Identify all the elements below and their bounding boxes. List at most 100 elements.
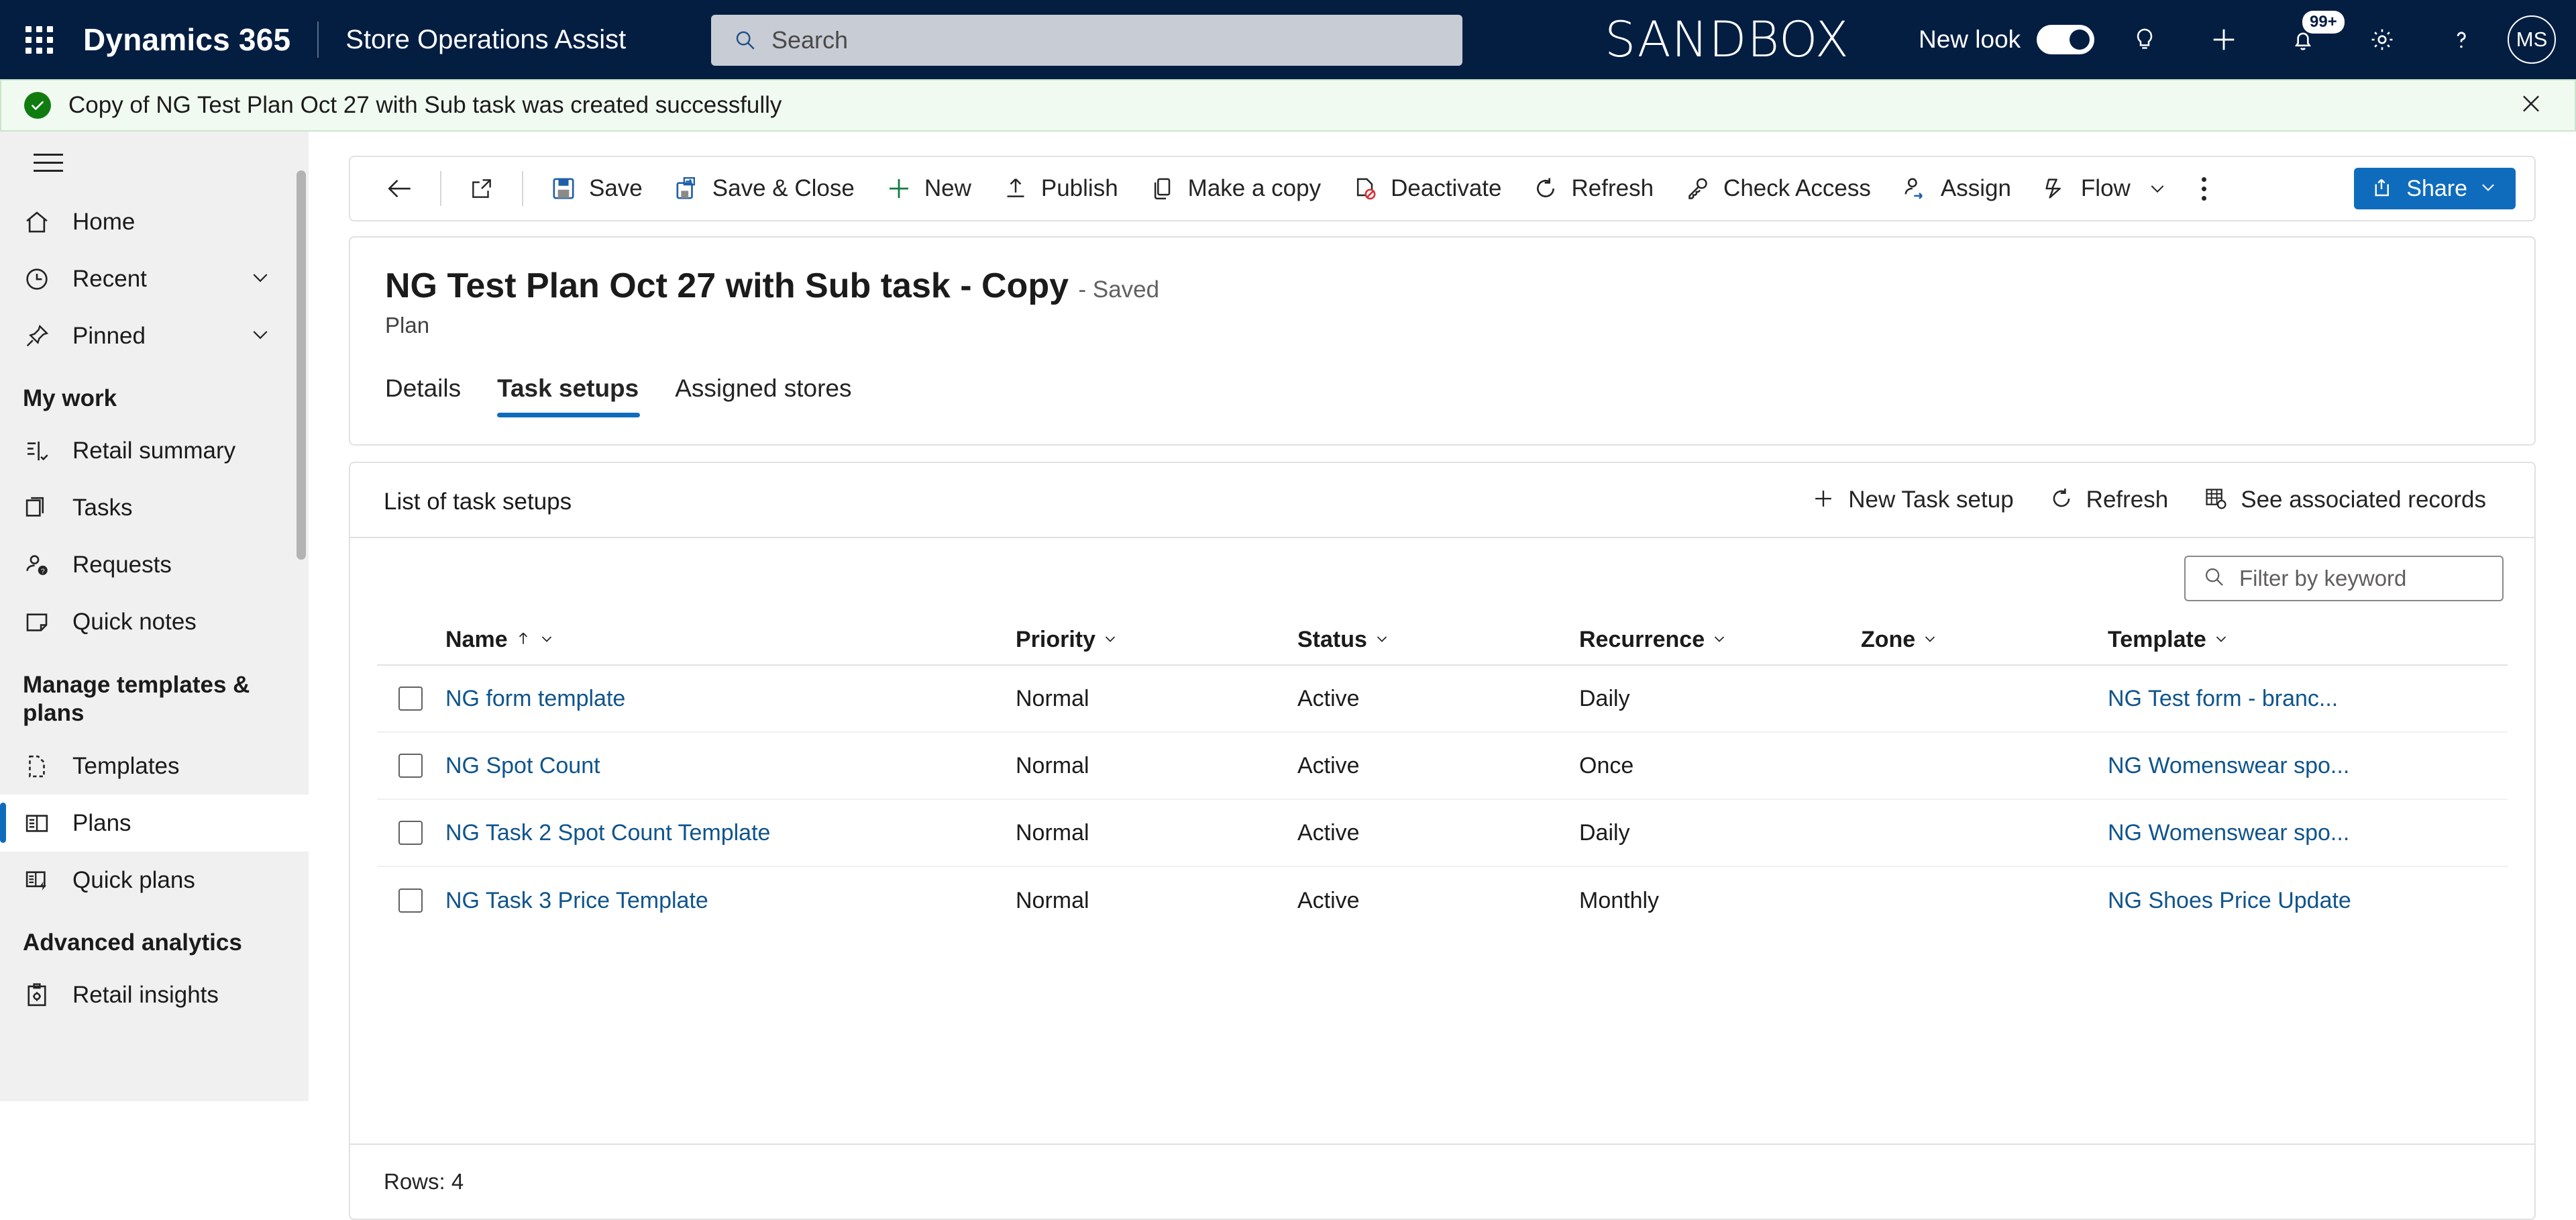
- chevron-down-icon[interactable]: [2143, 174, 2172, 203]
- table-row[interactable]: NG form template Normal Active Daily NG …: [377, 666, 2508, 733]
- rows-count: Rows: 4: [384, 1169, 464, 1194]
- chevron-down-icon[interactable]: [1374, 627, 1390, 653]
- sidebar-item-retail-summary[interactable]: Retail summary: [0, 423, 309, 480]
- see-associated-records-button[interactable]: See associated records: [2186, 475, 2504, 525]
- column-header-name[interactable]: Name: [445, 627, 1016, 653]
- app-name[interactable]: Store Operations Assist: [345, 25, 626, 55]
- filter-input[interactable]: Filter by keyword: [2184, 556, 2504, 601]
- column-header-status[interactable]: Status: [1297, 627, 1579, 653]
- assign-label: Assign: [1940, 175, 2011, 201]
- table-row[interactable]: NG Spot Count Normal Active Once NG Wome…: [377, 733, 2508, 800]
- cell-name[interactable]: NG Spot Count: [445, 753, 1016, 779]
- save-and-close-button[interactable]: Save & Close: [657, 156, 869, 221]
- add-icon: [2213, 29, 2235, 50]
- entity-name: Plan: [385, 313, 430, 338]
- cell-priority: Normal: [1016, 752, 1089, 778]
- chevron-down-icon[interactable]: [539, 627, 555, 653]
- column-header-template[interactable]: Template: [2108, 627, 2508, 653]
- chevron-down-icon[interactable]: [1102, 627, 1118, 653]
- sidebar-item-recent[interactable]: Recent: [0, 250, 309, 307]
- tab-task-setups[interactable]: Task setups: [497, 362, 657, 417]
- make-a-copy-button[interactable]: Make a copy: [1133, 156, 1336, 221]
- avatar[interactable]: MS: [2508, 15, 2556, 64]
- cell-name[interactable]: NG Task 2 Spot Count Template: [445, 820, 1016, 846]
- tab-details[interactable]: Details: [385, 362, 480, 417]
- task-setups-table: Name Priority Status Recurrence Zone Tem…: [377, 615, 2508, 934]
- deactivate-button[interactable]: Deactivate: [1336, 156, 1516, 221]
- sidebar-item-requests[interactable]: ? Requests: [0, 537, 309, 594]
- new-task-setup-button[interactable]: New Task setup: [1793, 475, 2031, 525]
- refresh-button[interactable]: Refresh: [1516, 156, 1668, 221]
- new-button[interactable]: New: [869, 156, 986, 221]
- sidebar-item-retail-insights[interactable]: Retail insights: [0, 967, 309, 1024]
- sidebar-item-label: Quick notes: [72, 609, 197, 636]
- search-input[interactable]: Search: [711, 15, 1462, 66]
- table-row[interactable]: NG Task 3 Price Template Normal Active M…: [377, 867, 2508, 934]
- record-header-card: NG Test Plan Oct 27 with Sub task - Copy…: [349, 236, 2536, 446]
- clock-icon: [20, 262, 54, 296]
- cell-template[interactable]: NG Womenswear spo...: [2108, 820, 2508, 846]
- publish-icon: [1001, 174, 1030, 203]
- sidebar-item-label: Requests: [72, 552, 172, 578]
- cell-template[interactable]: NG Shoes Price Update: [2108, 888, 2508, 914]
- notifications-button[interactable]: 99+: [2263, 0, 2345, 79]
- subgrid-actions: New Task setup Refresh See associated re…: [1793, 475, 2504, 525]
- cell-template[interactable]: NG Womenswear spo...: [2108, 753, 2508, 779]
- cell-template[interactable]: NG Test form - branc...: [2108, 686, 2508, 712]
- sidebar-item-plans[interactable]: Plans: [0, 795, 309, 852]
- make-a-copy-label: Make a copy: [1187, 175, 1322, 201]
- new-look-toggle[interactable]: New look: [1919, 0, 2095, 79]
- svg-text:?: ?: [41, 567, 45, 575]
- back-button[interactable]: [370, 156, 429, 221]
- row-checkbox[interactable]: [398, 888, 423, 913]
- sidebar-item-pinned[interactable]: Pinned: [0, 307, 309, 364]
- column-header-priority[interactable]: Priority: [1016, 627, 1297, 653]
- publish-button[interactable]: Publish: [986, 156, 1133, 221]
- open-in-new-window-button[interactable]: [452, 156, 511, 221]
- save-button[interactable]: Save: [534, 156, 657, 221]
- sidebar-item-quick-notes[interactable]: Quick notes: [0, 594, 309, 651]
- chevron-down-icon[interactable]: [1711, 627, 1727, 653]
- sidebar-scrollbar[interactable]: [297, 170, 306, 560]
- settings-button[interactable]: [2343, 0, 2422, 79]
- sidebar-item-quick-plans[interactable]: Quick plans: [0, 852, 309, 909]
- row-select-cell: [377, 754, 445, 778]
- table-row[interactable]: NG Task 2 Spot Count Template Normal Act…: [377, 800, 2508, 867]
- lightbulb-button[interactable]: [2105, 0, 2184, 79]
- help-button[interactable]: [2422, 0, 2501, 79]
- assign-button[interactable]: Assign: [1886, 156, 2026, 221]
- column-header-recurrence[interactable]: Recurrence: [1579, 627, 1861, 653]
- assign-user-icon: [1900, 174, 1930, 203]
- flow-button[interactable]: Flow: [2026, 156, 2187, 221]
- sidebar-item-templates[interactable]: Templates: [0, 738, 309, 795]
- close-icon[interactable]: [2518, 91, 2544, 120]
- chevron-down-icon[interactable]: [248, 265, 272, 293]
- share-button[interactable]: Share: [2354, 168, 2516, 209]
- cell-name[interactable]: NG form template: [445, 686, 1016, 712]
- more-commands-button[interactable]: [2187, 156, 2221, 221]
- column-header-label: Recurrence: [1579, 626, 1705, 652]
- row-checkbox[interactable]: [398, 821, 423, 845]
- brand-title[interactable]: Dynamics 365: [78, 21, 290, 58]
- subgrid-refresh-button[interactable]: Refresh: [2031, 475, 2186, 525]
- new-label: New: [924, 175, 971, 201]
- command-bar: Save Save & Close New Publish Make a cop…: [349, 156, 2536, 221]
- tab-assigned-stores[interactable]: Assigned stores: [675, 362, 870, 417]
- chevron-down-icon[interactable]: [2213, 627, 2229, 653]
- sidebar-item-tasks[interactable]: Tasks: [0, 480, 309, 537]
- check-access-button[interactable]: Check Access: [1668, 156, 1886, 221]
- chevron-down-icon[interactable]: [248, 322, 272, 350]
- cell-name[interactable]: NG Task 3 Price Template: [445, 888, 1016, 914]
- menu-toggle-button[interactable]: [15, 132, 82, 193]
- column-header-label: Zone: [1861, 626, 1916, 652]
- new-task-setup-label: New Task setup: [1848, 487, 2014, 513]
- add-button[interactable]: [2184, 0, 2263, 79]
- toggle-switch-icon[interactable]: [2037, 25, 2095, 54]
- sidebar-item-home[interactable]: Home: [0, 193, 309, 250]
- row-checkbox[interactable]: [398, 754, 423, 778]
- column-header-zone[interactable]: Zone: [1861, 627, 2108, 653]
- app-launcher-button[interactable]: [0, 0, 78, 79]
- chevron-down-icon[interactable]: [1922, 627, 1938, 653]
- page-title: NG Test Plan Oct 27 with Sub task - Copy…: [385, 266, 1159, 306]
- row-checkbox[interactable]: [398, 687, 423, 711]
